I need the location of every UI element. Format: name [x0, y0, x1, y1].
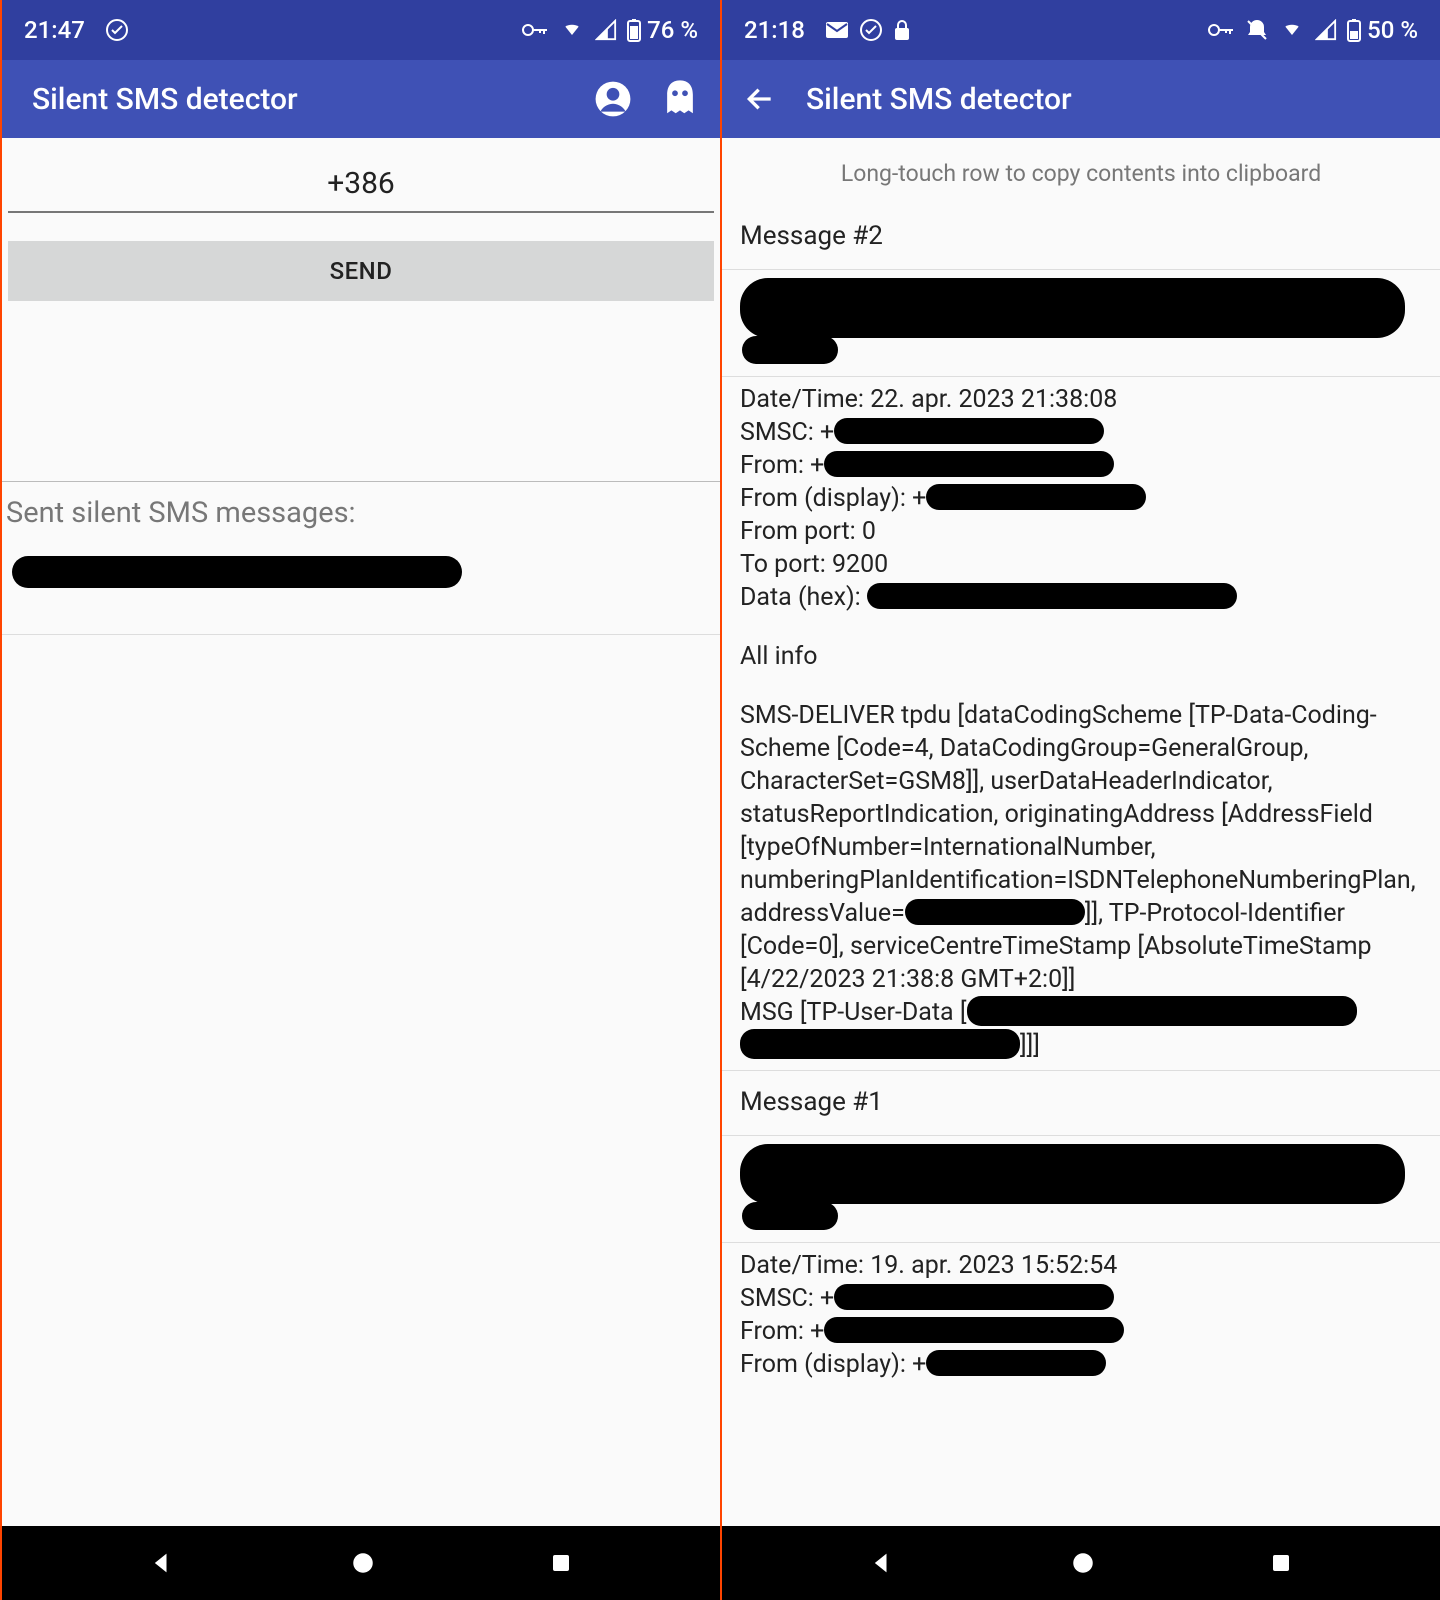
ghost-icon[interactable]: [662, 79, 698, 119]
signal-icon: [595, 19, 617, 41]
redacted-value: [926, 484, 1146, 510]
wifi-icon: [559, 20, 585, 40]
redacted-sent-entry[interactable]: [12, 556, 462, 588]
battery-icon: [627, 18, 641, 42]
smsc-label: SMSC: +: [740, 1284, 834, 1313]
divider: [2, 634, 720, 635]
wifi-icon: [1279, 20, 1305, 40]
datetime-label: Date/Time:: [740, 1251, 870, 1280]
status-bar: 21:47 76 %: [2, 0, 720, 60]
data-hex-label: Data (hex):: [740, 583, 867, 612]
check-circle-icon: [105, 18, 129, 42]
nav-back-icon[interactable]: [149, 1549, 177, 1577]
nav-bar: [2, 1526, 720, 1600]
status-bar: 21:18 50 %: [722, 0, 1440, 60]
datetime-value: 19. apr. 2023 15:52:54: [870, 1251, 1117, 1280]
nav-back-icon[interactable]: [869, 1549, 897, 1577]
vpn-key-icon: [1207, 21, 1235, 39]
nav-home-icon[interactable]: [350, 1550, 376, 1576]
from-label: From: +: [740, 451, 824, 480]
from-label: From: +: [740, 1317, 824, 1346]
phone-left: 21:47 76 % Silent SMS detector +386: [0, 0, 720, 1600]
account-icon[interactable]: [594, 80, 632, 118]
phone-number-value: +386: [327, 166, 395, 201]
message-details[interactable]: Date/Time: 22. apr. 2023 21:38:08 SMSC: …: [722, 377, 1440, 1070]
status-time: 21:18: [744, 16, 805, 44]
message-header: Message #1: [722, 1071, 1440, 1135]
from-port: From port: 0: [740, 515, 1422, 548]
check-circle-icon: [859, 18, 883, 42]
redacted-value: [926, 1350, 1106, 1376]
nav-home-icon[interactable]: [1070, 1550, 1096, 1576]
app-title: Silent SMS detector: [798, 82, 1418, 117]
app-title: Silent SMS detector: [24, 82, 564, 117]
to-port: To port: 9200: [740, 548, 1422, 581]
status-time: 21:47: [24, 16, 85, 44]
datetime-label: Date/Time:: [740, 385, 870, 414]
app-bar: Silent SMS detector: [2, 60, 720, 138]
send-button[interactable]: SEND: [8, 241, 714, 301]
redacted-block[interactable]: [740, 270, 1422, 370]
from-display-label: From (display): +: [740, 1350, 926, 1379]
from-display-label: From (display): +: [740, 484, 926, 513]
back-arrow-icon[interactable]: [744, 83, 776, 115]
battery-percent: 76 %: [647, 16, 698, 44]
lock-icon: [893, 19, 911, 41]
redacted-value: [824, 451, 1114, 477]
phone-right: 21:18 50 % Silent SMS detec: [720, 0, 1440, 1600]
copy-hint-label: Long-touch row to copy contents into cli…: [722, 138, 1440, 211]
phone-number-input[interactable]: +386: [8, 158, 714, 213]
redacted-value: [824, 1317, 1124, 1343]
redacted-value: [967, 996, 1357, 1026]
nav-recent-icon[interactable]: [549, 1551, 573, 1575]
msg-tail: ]]]: [1020, 1031, 1040, 1060]
message-header: Message #2: [722, 211, 1440, 269]
signal-icon: [1315, 19, 1337, 41]
nav-bar: [722, 1526, 1440, 1600]
datetime-value: 22. apr. 2023 21:38:08: [870, 385, 1117, 414]
main-content: +386 SEND Sent silent SMS messages:: [2, 138, 720, 1526]
sent-messages-label: Sent silent SMS messages:: [2, 482, 720, 540]
message-details[interactable]: Date/Time: 19. apr. 2023 15:52:54 SMSC: …: [722, 1243, 1440, 1389]
msg-label: MSG [TP-User-Data [: [740, 998, 967, 1027]
redacted-value: [905, 899, 1085, 925]
main-content: Long-touch row to copy contents into cli…: [722, 138, 1440, 1526]
battery-icon: [1347, 18, 1361, 42]
app-bar: Silent SMS detector: [722, 60, 1440, 138]
dnd-icon: [1245, 18, 1269, 42]
redacted-value: [834, 418, 1104, 444]
nav-recent-icon[interactable]: [1269, 1551, 1293, 1575]
vpn-key-icon: [521, 21, 549, 39]
send-button-label: SEND: [330, 257, 393, 285]
all-info-label: All info: [740, 640, 1422, 673]
redacted-block[interactable]: [740, 1136, 1422, 1236]
smsc-label: SMSC: +: [740, 418, 834, 447]
redacted-value: [740, 1029, 1020, 1059]
battery-percent: 50 %: [1367, 16, 1418, 44]
redacted-value: [867, 583, 1237, 609]
tpdu-text: SMS-DELIVER tpdu [dataCodingScheme [TP-D…: [740, 701, 1416, 928]
redacted-value: [834, 1284, 1114, 1310]
mail-icon: [825, 21, 849, 39]
